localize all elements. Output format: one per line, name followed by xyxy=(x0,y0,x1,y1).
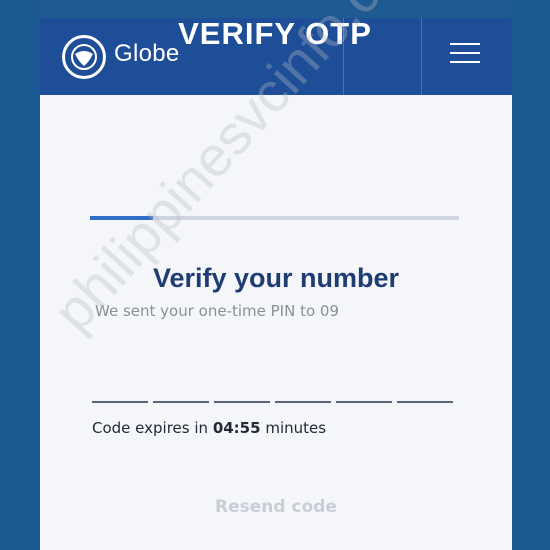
expiry-prefix: Code expires in xyxy=(92,419,209,437)
overlay-title: VERIFY OTP xyxy=(178,16,372,51)
menu-line xyxy=(450,61,480,63)
verify-card: Verify your number We sent your one-time… xyxy=(40,95,512,550)
otp-digit-input[interactable] xyxy=(397,385,453,403)
left-background xyxy=(0,0,40,550)
code-expiry-text: Code expires in 04:55 minutes xyxy=(92,419,326,437)
otp-input-group xyxy=(92,385,453,403)
otp-digit-input[interactable] xyxy=(214,385,270,403)
progress-bar xyxy=(90,216,459,220)
progress-fill xyxy=(90,216,153,220)
right-background xyxy=(510,0,550,550)
expiry-timer: 04:55 xyxy=(212,419,261,437)
otp-digit-input[interactable] xyxy=(153,385,209,403)
otp-digit-input[interactable] xyxy=(336,385,392,403)
resend-code-button[interactable]: Resend code xyxy=(40,497,512,517)
otp-digit-input[interactable] xyxy=(275,385,331,403)
expiry-suffix: minutes xyxy=(265,419,327,437)
page-title: Verify your number xyxy=(152,263,400,293)
menu-line xyxy=(450,52,480,54)
otp-digit-input[interactable] xyxy=(92,385,148,403)
otp-sent-message: We sent your one-time PIN to 09 xyxy=(95,302,339,320)
